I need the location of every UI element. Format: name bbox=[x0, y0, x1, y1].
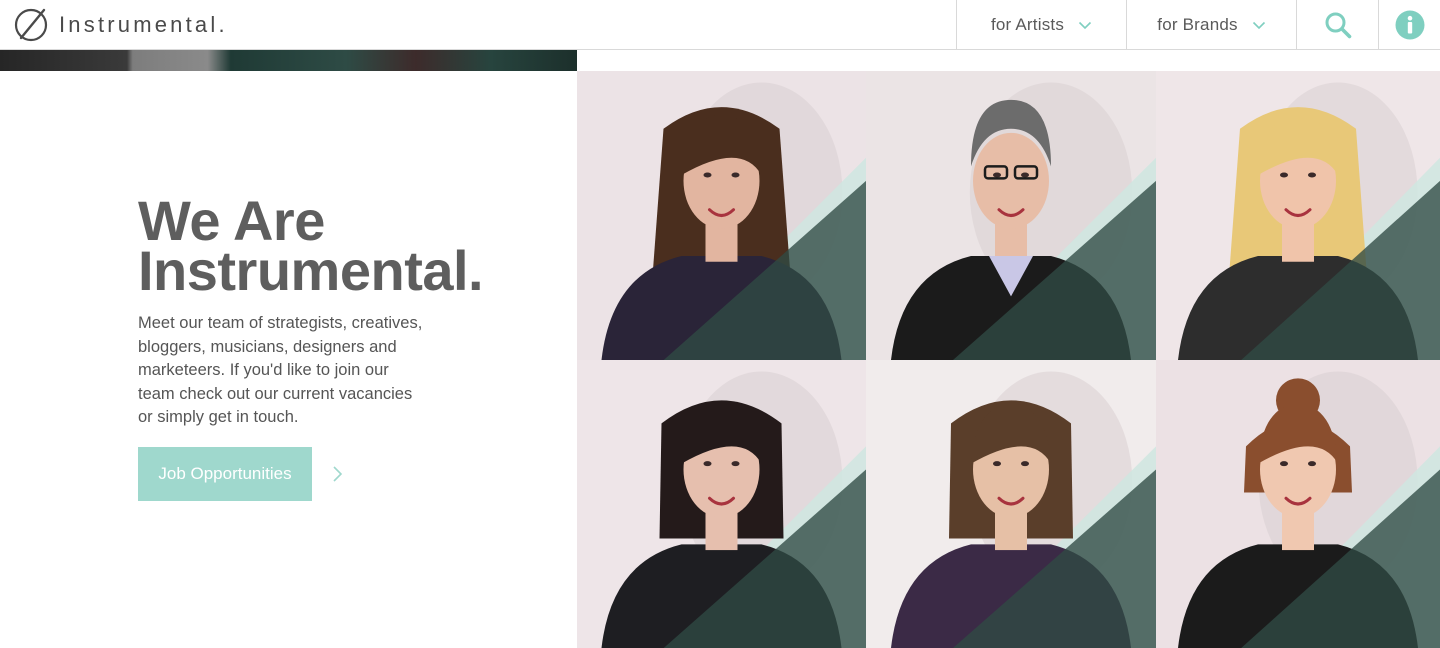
intro-section: We Are Instrumental. Meet our team of st… bbox=[138, 193, 484, 501]
logo-text: Instrumental. bbox=[59, 12, 228, 37]
circle-slash-icon bbox=[14, 8, 48, 42]
page-title-line-2: Instrumental. bbox=[138, 239, 484, 302]
nav-item-label: for Brands bbox=[1157, 15, 1238, 34]
chevron-right-icon[interactable] bbox=[332, 465, 344, 483]
chevron-down-icon bbox=[1078, 21, 1092, 29]
job-opportunities-button[interactable]: Job Opportunities bbox=[138, 446, 312, 501]
page-title: We Are Instrumental. bbox=[138, 193, 484, 302]
nav-item-for-brands[interactable]: for Brands bbox=[1126, 0, 1296, 50]
team-member-photo[interactable] bbox=[577, 360, 866, 648]
search-icon bbox=[1325, 12, 1351, 39]
team-member-photo[interactable] bbox=[866, 71, 1156, 360]
main-nav: for Artists for Brands bbox=[956, 0, 1440, 50]
team-member-photo[interactable] bbox=[866, 360, 1156, 648]
team-photo-grid bbox=[577, 71, 1440, 648]
team-member-photo[interactable] bbox=[1156, 360, 1440, 648]
intro-text: Meet our team of strategists, creatives,… bbox=[138, 314, 423, 426]
search-button[interactable] bbox=[1296, 0, 1378, 50]
logo[interactable]: Instrumental. bbox=[13, 7, 228, 43]
chevron-down-icon bbox=[1252, 21, 1265, 29]
team-member-photo[interactable] bbox=[577, 71, 866, 360]
info-button[interactable] bbox=[1378, 0, 1440, 50]
nav-item-label: for Artists bbox=[990, 15, 1065, 34]
site-header: Instrumental. for Artists for Brands bbox=[0, 0, 1440, 50]
cta-row: Job Opportunities bbox=[138, 446, 468, 501]
team-member-photo[interactable] bbox=[1156, 71, 1440, 360]
info-icon bbox=[1395, 10, 1424, 40]
hero-image-strip bbox=[0, 50, 577, 71]
nav-item-for-artists[interactable]: for Artists bbox=[956, 0, 1126, 50]
